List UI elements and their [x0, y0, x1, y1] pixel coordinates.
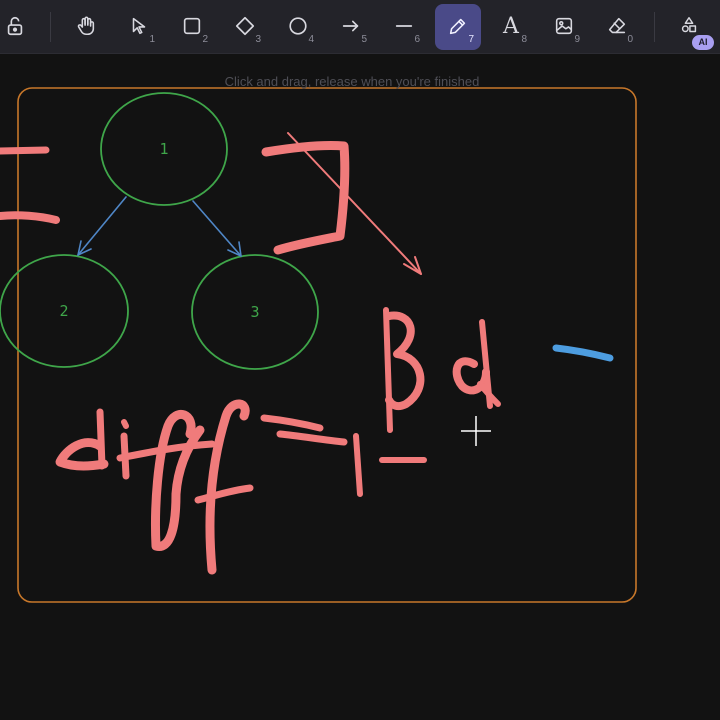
- shortcut-key: 1: [149, 34, 155, 45]
- ai-badge: AI: [692, 35, 714, 50]
- lock-icon: [7, 16, 23, 36]
- excalidraw-app: 1 2 3 Click and drag, release when you'r…: [0, 0, 720, 720]
- hand-tool-button[interactable]: [63, 4, 109, 50]
- frame-rectangle[interactable]: [17, 87, 637, 603]
- draw-tool-button[interactable]: 7: [435, 4, 481, 50]
- diamond-tool-button[interactable]: 3: [222, 4, 268, 50]
- shortcut-key: 0: [627, 34, 633, 45]
- shortcut-key: 9: [574, 34, 580, 45]
- text-tool-button[interactable]: A 8: [488, 4, 534, 50]
- arrow-tool-button[interactable]: 5: [328, 4, 374, 50]
- text-icon: A: [503, 14, 519, 39]
- image-icon: [555, 17, 573, 35]
- pointer-icon: [132, 17, 146, 35]
- tree-node-1[interactable]: 1: [100, 92, 228, 206]
- line-tool-button[interactable]: 6: [381, 4, 427, 50]
- tree-node-2[interactable]: 2: [0, 254, 129, 368]
- shortcut-key: 7: [468, 34, 474, 45]
- node-label: 3: [250, 303, 259, 321]
- node-label: 1: [159, 140, 168, 158]
- toolbar-divider: [50, 12, 51, 42]
- eraser-icon: [608, 17, 626, 34]
- crosshair-cursor-icon: [461, 416, 491, 446]
- edge-1-to-3[interactable]: [192, 200, 242, 257]
- diamond-icon: [235, 16, 255, 36]
- shortcut-key: 2: [202, 34, 208, 45]
- blue-stroke[interactable]: [552, 344, 614, 362]
- arrow-right-icon: [342, 20, 359, 32]
- lock-tool-button[interactable]: [0, 4, 38, 50]
- toolbar-divider: [654, 12, 655, 42]
- canvas-drawing: 1 2 3: [0, 87, 637, 603]
- node-label: 2: [59, 302, 68, 320]
- freehand-strokes[interactable]: [0, 132, 501, 575]
- hand-icon: [77, 16, 95, 36]
- rectangle-tool-button[interactable]: 2: [169, 4, 215, 50]
- shapes-icon: [681, 17, 697, 33]
- drawing-canvas[interactable]: 1 2 3 Click and drag, release when you'r…: [0, 54, 720, 720]
- toolbar: 1 2 3 4 5 6 7 A 8 9 0 AI: [0, 0, 720, 54]
- shortcut-key: 5: [361, 34, 367, 45]
- selection-tool-button[interactable]: 1: [116, 4, 162, 50]
- pencil-icon: [449, 18, 466, 35]
- shortcut-key: 6: [414, 34, 420, 45]
- shortcut-key: 8: [521, 34, 527, 45]
- eraser-tool-button[interactable]: 0: [594, 4, 640, 50]
- rectangle-icon: [183, 17, 201, 35]
- shortcut-key: 3: [255, 34, 261, 45]
- circle-icon: [289, 17, 307, 35]
- image-tool-button[interactable]: 9: [541, 4, 587, 50]
- ellipse-tool-button[interactable]: 4: [275, 4, 321, 50]
- tree-node-3[interactable]: 3: [191, 254, 319, 370]
- line-icon: [395, 25, 413, 27]
- canvas-hint: Click and drag, release when you're fini…: [224, 74, 480, 89]
- edge-1-to-2[interactable]: [77, 196, 127, 256]
- shortcut-key: 4: [308, 34, 314, 45]
